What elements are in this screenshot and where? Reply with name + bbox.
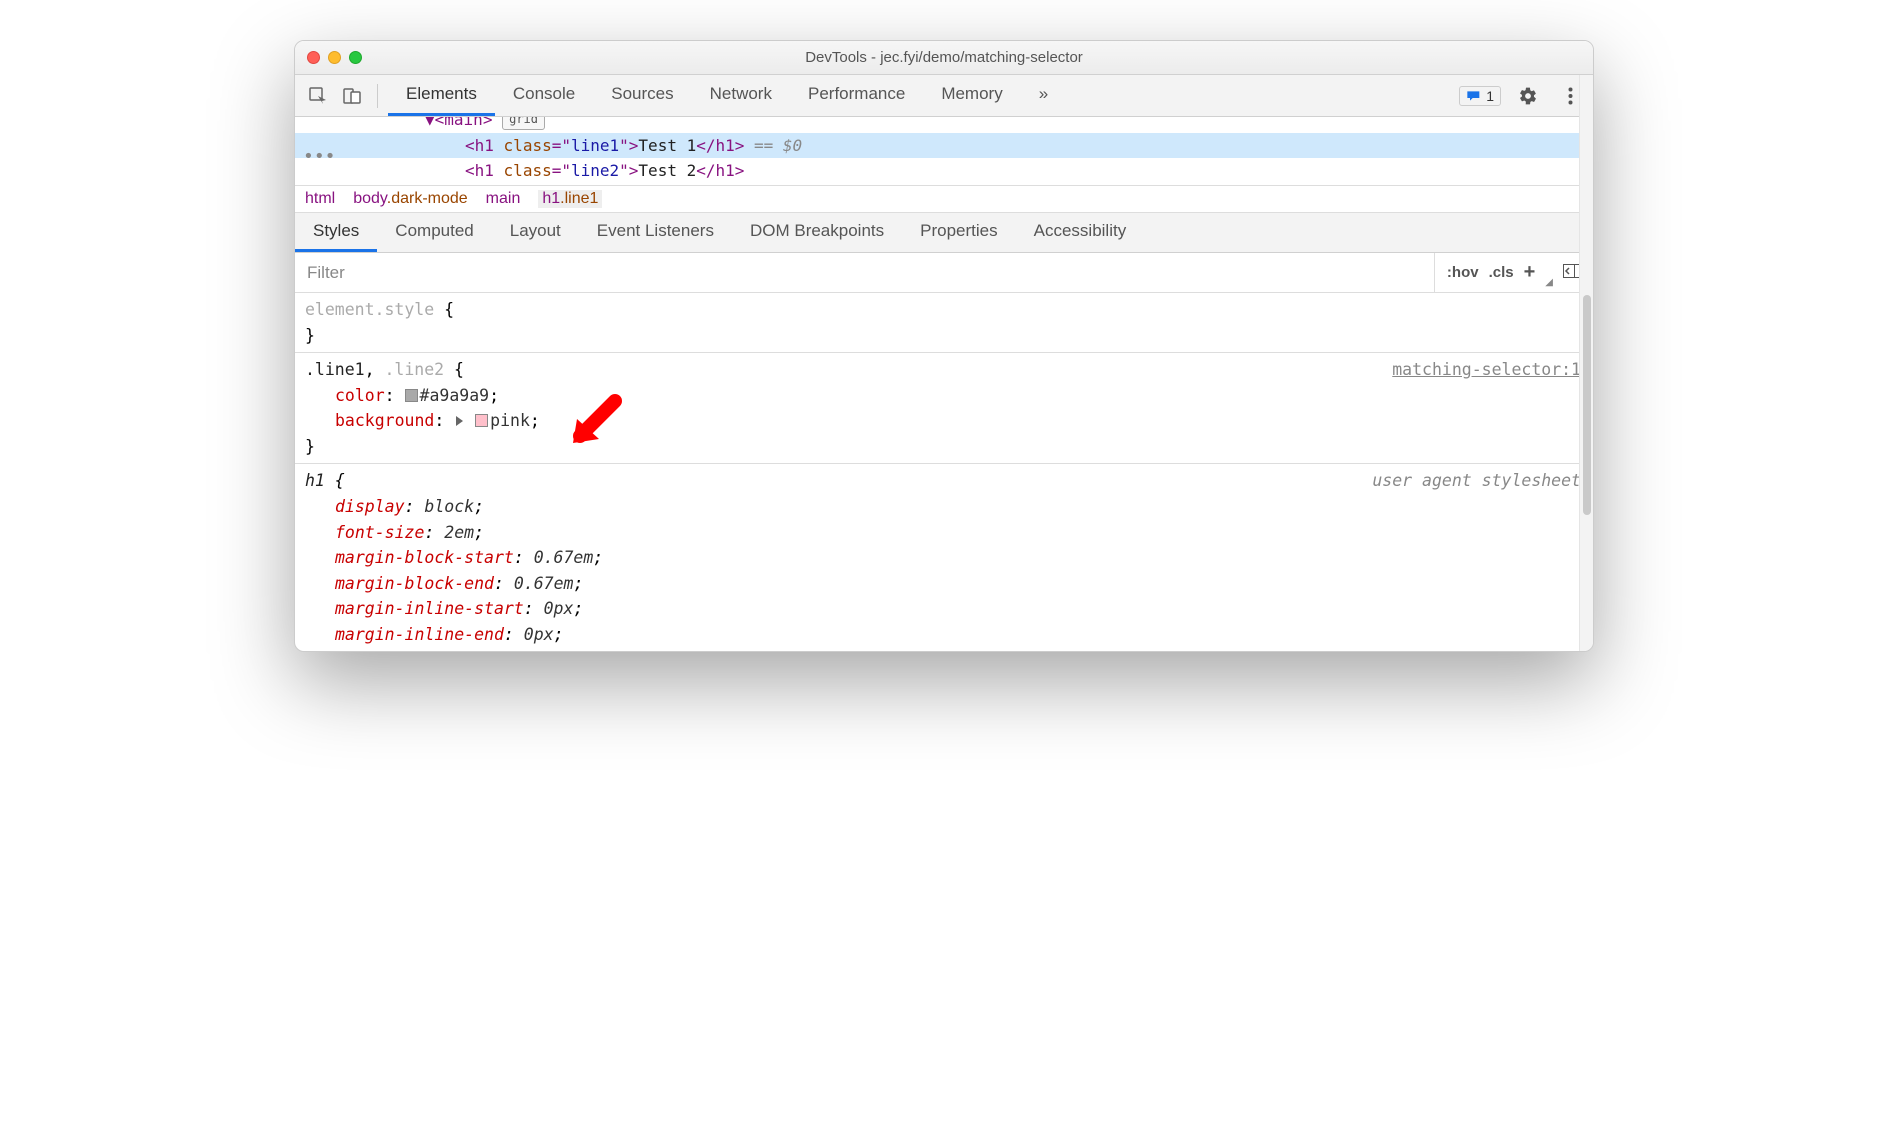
element-style-rule[interactable]: element.style { }	[295, 293, 1593, 353]
cls-toggle[interactable]: .cls	[1489, 264, 1514, 281]
tab-performance[interactable]: Performance	[790, 75, 923, 116]
subtab-layout[interactable]: Layout	[492, 213, 579, 252]
window-title: DevTools - jec.fyi/demo/matching-selecto…	[295, 49, 1593, 66]
settings-icon[interactable]	[1513, 81, 1543, 111]
breadcrumb-main[interactable]: main	[486, 190, 521, 208]
color-swatch[interactable]	[405, 389, 418, 402]
rule-source-ua: user agent stylesheet	[1372, 468, 1581, 494]
tab-elements[interactable]: Elements	[388, 75, 495, 116]
main-toolbar: Elements Console Sources Network Perform…	[295, 75, 1593, 117]
subtab-styles[interactable]: Styles	[295, 213, 377, 252]
css-property[interactable]: margin-inline-end: 0px;	[305, 622, 1583, 648]
color-swatch[interactable]	[475, 414, 488, 427]
titlebar: DevTools - jec.fyi/demo/matching-selecto…	[295, 41, 1593, 75]
console-messages-badge[interactable]: 1	[1459, 86, 1501, 106]
styles-subtabs: Styles Computed Layout Event Listeners D…	[295, 213, 1593, 253]
breadcrumb-html[interactable]: html	[305, 190, 335, 208]
separator	[377, 84, 378, 108]
css-property[interactable]: display: block;	[305, 494, 1583, 520]
layout-badge-grid[interactable]: grid	[502, 117, 545, 130]
hov-toggle[interactable]: :hov	[1447, 264, 1479, 281]
device-toolbar-icon[interactable]	[337, 81, 367, 111]
rule-source-link[interactable]: matching-selector:1	[1392, 357, 1581, 383]
dom-line-selected[interactable]: <h1 class="line1">Test 1</h1> == $0	[295, 133, 1593, 159]
console-messages-count: 1	[1486, 88, 1494, 104]
breadcrumb: html body.dark-mode main h1.line1	[295, 185, 1593, 213]
styles-panel: element.style { } matching-selector:1 .l…	[295, 293, 1593, 651]
dom-tree[interactable]: ▼<main> grid <h1 class="line1">Test 1</h…	[295, 117, 1593, 185]
devtools-window: DevTools - jec.fyi/demo/matching-selecto…	[294, 40, 1594, 652]
dom-line-h1-2[interactable]: <h1 class="line2">Test 2</h1>	[295, 158, 1593, 184]
styles-filter-input[interactable]	[295, 255, 1434, 291]
css-property-color[interactable]: color: #a9a9a9;	[305, 383, 1583, 409]
css-property[interactable]: font-size: 2em;	[305, 520, 1583, 546]
tab-console[interactable]: Console	[495, 75, 593, 116]
tab-sources[interactable]: Sources	[593, 75, 691, 116]
main-tabs: Elements Console Sources Network Perform…	[388, 75, 1455, 116]
styles-filter-tools: :hov .cls + ◢	[1434, 253, 1593, 292]
subtab-event-listeners[interactable]: Event Listeners	[579, 213, 732, 252]
css-property[interactable]: margin-block-end: 0.67em;	[305, 571, 1583, 597]
matched-rule-line1-line2[interactable]: matching-selector:1 .line1, .line2 { col…	[295, 353, 1593, 464]
toolbar-right: 1	[1459, 81, 1585, 111]
resize-corner-icon[interactable]: ◢	[1545, 277, 1553, 288]
vertical-scrollbar[interactable]	[1579, 75, 1593, 651]
tabs-overflow[interactable]: »	[1021, 75, 1066, 116]
subtab-dom-breakpoints[interactable]: DOM Breakpoints	[732, 213, 902, 252]
scrollbar-thumb[interactable]	[1583, 295, 1591, 515]
css-property[interactable]: margin-inline-start: 0px;	[305, 596, 1583, 622]
user-agent-rule-h1[interactable]: user agent stylesheet h1 { display: bloc…	[295, 464, 1593, 651]
subtab-accessibility[interactable]: Accessibility	[1016, 213, 1145, 252]
new-style-rule-button[interactable]: +	[1524, 261, 1536, 284]
dom-line-main[interactable]: ▼<main> grid	[295, 117, 1593, 133]
breadcrumb-selected[interactable]: h1.line1	[538, 190, 602, 208]
css-property-background[interactable]: background: pink;	[305, 408, 1583, 434]
subtab-computed[interactable]: Computed	[377, 213, 491, 252]
dom-collapsed-icon[interactable]: •••	[303, 143, 336, 172]
inspect-element-icon[interactable]	[303, 81, 333, 111]
expand-shorthand-icon[interactable]	[456, 416, 463, 426]
css-property[interactable]: margin-block-start: 0.67em;	[305, 545, 1583, 571]
styles-filter-row: :hov .cls + ◢	[295, 253, 1593, 293]
subtab-properties[interactable]: Properties	[902, 213, 1015, 252]
tab-network[interactable]: Network	[692, 75, 790, 116]
tab-memory[interactable]: Memory	[923, 75, 1020, 116]
breadcrumb-body[interactable]: body.dark-mode	[353, 190, 467, 208]
